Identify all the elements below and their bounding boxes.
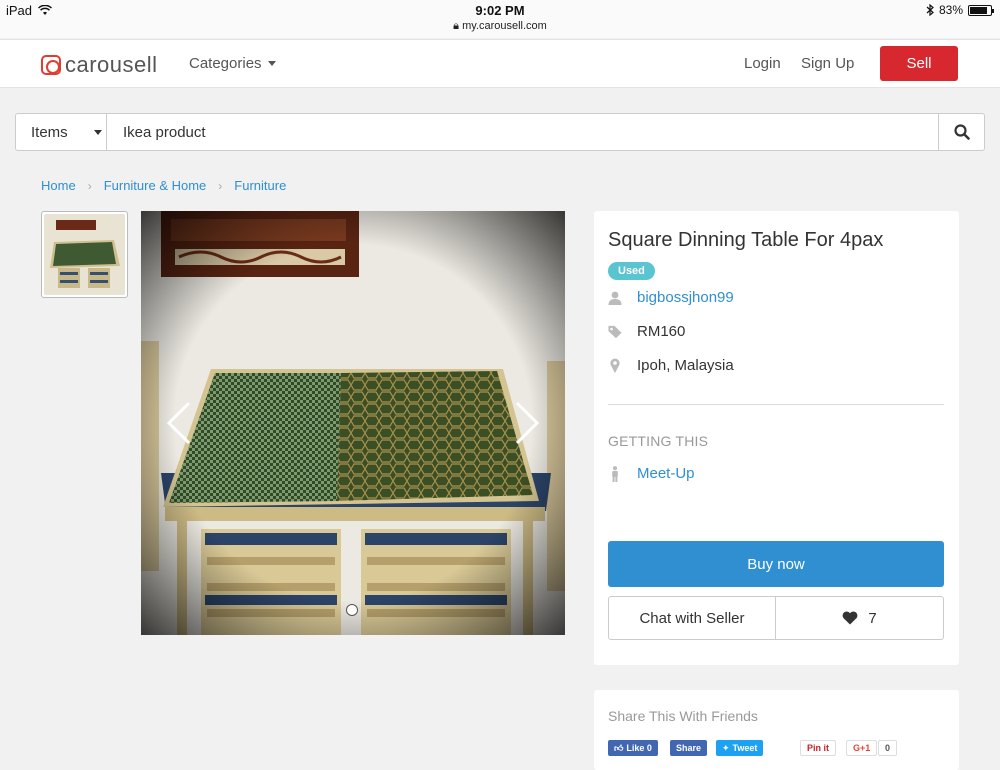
chat-with-seller-button[interactable]: Chat with Seller [608,596,776,640]
battery-percent: 83% [938,3,963,17]
main-listing-photo[interactable] [141,211,565,635]
sell-button[interactable]: Sell [880,46,958,81]
search-scope-label: Items [31,123,68,141]
battery-icon [968,4,994,16]
pinterest-button[interactable]: Pin it [800,740,836,756]
table-photo [141,211,565,635]
listing-title: Square Dinning Table For 4pax [608,229,884,251]
seller-row: bigbossjhon99 [608,289,734,306]
url-text: my.carousell.com [462,20,547,32]
status-right: 83% [926,3,994,17]
listing-details-card: Square Dinning Table For 4pax Used bigbo… [594,211,959,665]
fb-like-label: Like 0 [626,743,652,753]
facebook-like-button[interactable]: 👍︎ Like 0 [608,740,658,756]
previous-photo-arrow-icon[interactable] [165,401,195,445]
like-count: 7 [868,609,877,627]
categories-dropdown[interactable]: Categories [189,55,276,72]
signup-link[interactable]: Sign Up [801,55,854,72]
carousell-logo[interactable]: carousell [41,52,158,78]
search-bar: Items [15,113,985,151]
share-heading: Share This With Friends [608,708,758,724]
ios-status-bar: iPad 9:02 PM 🔒︎ my.carousell.com 83% [0,0,1000,38]
breadcrumb-furniture-home[interactable]: Furniture & Home [104,178,207,193]
meetup-row: Meet-Up [608,465,695,482]
carousel-dot-indicator[interactable] [346,604,358,616]
meetup-link[interactable]: Meet-Up [637,465,695,482]
location-row: Ipoh, Malaysia [608,357,734,374]
carousell-logo-icon [41,55,61,75]
caret-down-icon [93,129,102,135]
next-photo-arrow-icon[interactable] [511,401,541,445]
tweet-button[interactable]: ✦ Tweet [716,740,764,756]
facebook-share-button[interactable]: Share [670,740,708,756]
chevron-right-icon: › [218,178,223,193]
search-scope-select[interactable]: Items [16,114,107,150]
google-plus-button[interactable]: G+1 [846,740,878,756]
location-pin-icon [608,358,622,374]
thumbnail-image [44,214,125,295]
twitter-bird-icon: ✦ [722,742,730,753]
chevron-right-icon: › [87,178,92,193]
top-navigation: carousell Categories Login Sign Up Sell [0,39,1000,88]
status-time: 9:02 PM [475,3,525,18]
price-value: RM160 [637,323,686,340]
thumbs-up-icon: 👍︎ [614,742,624,753]
heart-icon [842,611,858,625]
logo-text: carousell [65,52,158,77]
bluetooth-icon [926,4,934,16]
price-tag-icon [608,324,622,340]
photo-thumbnail[interactable] [41,211,128,298]
search-icon [953,124,970,140]
categories-label: Categories [189,55,262,72]
breadcrumb-furniture[interactable]: Furniture [234,178,286,193]
like-button[interactable]: 7 [776,596,944,640]
breadcrumb-home[interactable]: Home [41,178,76,193]
tweet-label: Tweet [732,743,758,753]
share-card: Share This With Friends 👍︎ Like 0 Share … [594,690,959,770]
seller-username-link[interactable]: bigbossjhon99 [637,289,734,306]
section-divider [608,404,944,405]
buy-now-button[interactable]: Buy now [608,541,944,587]
user-icon [608,290,622,306]
search-button[interactable] [938,114,984,150]
condition-badge: Used [608,262,655,280]
breadcrumb: Home › Furniture & Home › Furniture [41,178,286,193]
search-input[interactable] [107,114,939,150]
caret-down-icon [267,61,276,66]
lock-icon: 🔒︎ [453,20,460,32]
person-icon [608,465,622,482]
google-plus-count: 0 [878,740,898,756]
address-bar-url[interactable]: 🔒︎ my.carousell.com [0,20,1000,33]
login-link[interactable]: Login [744,55,781,72]
location-text: Ipoh, Malaysia [637,357,734,374]
getting-this-heading: GETTING THIS [608,433,709,449]
price-row: RM160 [608,323,685,340]
